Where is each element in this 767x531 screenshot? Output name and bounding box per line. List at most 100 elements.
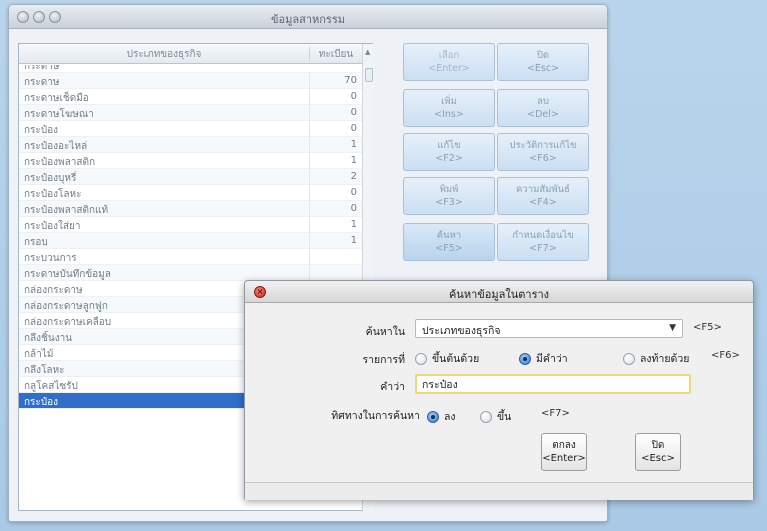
table-row[interactable]: กระดาษ <box>19 65 362 73</box>
row-type-cell: กระป๋องอะไหล่ <box>24 141 88 152</box>
row-count-cell: 1 <box>350 139 357 150</box>
direction-label: ทิศทางในการค้นหา <box>331 410 420 422</box>
column-divider <box>309 153 310 169</box>
column-divider <box>309 217 310 233</box>
row-type-cell: กระดาษ <box>24 65 60 72</box>
edit-button-hotkey: <F2> <box>435 153 463 164</box>
column-divider <box>309 201 310 217</box>
close-button-label: ปิด <box>536 50 550 61</box>
search-column-select[interactable]: ประเภทของธุรกิจ ▼ <box>415 319 683 338</box>
row-count-cell: 1 <box>350 235 357 246</box>
search-word-input[interactable] <box>415 374 691 394</box>
radio-starts-with-dot[interactable] <box>415 352 427 365</box>
row-type-cell: กระป๋องใส่ยา <box>24 221 81 232</box>
print-button-hotkey: <F3> <box>435 197 463 208</box>
radio-direction-up-dot[interactable] <box>480 410 492 423</box>
relation-button-label: ความสัมพันธ์ <box>516 184 570 195</box>
condition-button-hotkey: <F7> <box>529 243 557 254</box>
column-divider <box>309 233 310 249</box>
radio-direction-up-label: ขึ้น <box>497 411 512 423</box>
row-count-cell: 0 <box>350 203 357 214</box>
column-divider <box>309 105 310 121</box>
search-word-label: คำว่า <box>380 381 405 393</box>
choose-button[interactable]: เลือก <Enter> <box>403 43 495 81</box>
row-type-cell: กระป๋องบุหรี่ <box>24 173 77 184</box>
search-dialog: × ค้นหาข้อมูลในตาราง ค้นหาใน ประเภทของธุ… <box>244 280 754 500</box>
table-row[interactable]: กระดาษโฆษณา 0 <box>19 105 362 121</box>
relation-button-hotkey: <F4> <box>529 197 557 208</box>
row-type-cell: กระป๋อง <box>24 125 59 136</box>
row-type-cell: กระดาษเช็ดมือ <box>24 93 89 104</box>
ok-button-label: ตกลง <box>552 440 576 451</box>
table-row[interactable]: กระป๋องใส่ยา 1 <box>19 217 362 233</box>
scrollbar-thumb[interactable] <box>365 68 373 82</box>
search-button[interactable]: ค้นหา <F5> <box>403 223 495 261</box>
dialog-titlebar: × ค้นหาข้อมูลในตาราง <box>245 281 753 303</box>
close-button[interactable]: ปิด <Esc> <box>497 43 589 81</box>
row-type-cell: กระบวนการ <box>24 253 77 264</box>
table-row[interactable]: กระป๋องพลาสติกแท้ 0 <box>19 201 362 217</box>
add-button[interactable]: เพิ่ม <Ins> <box>403 89 495 127</box>
condition-button[interactable]: กำหนดเงื่อนไข <F7> <box>497 223 589 261</box>
radio-ends-with-label: ลงท้ายด้วย <box>640 353 690 365</box>
cancel-button[interactable]: ปิด <Esc> <box>635 433 681 471</box>
table-row[interactable]: กระป๋องพลาสติก 1 <box>19 153 362 169</box>
add-button-hotkey: <Ins> <box>434 109 464 120</box>
column-divider <box>309 169 310 185</box>
table-row[interactable]: กระป๋อง 0 <box>19 121 362 137</box>
delete-button[interactable]: ลบ <Del> <box>497 89 589 127</box>
table-row[interactable]: กระดาษเช็ดมือ 0 <box>19 89 362 105</box>
scroll-up-arrow-icon[interactable]: ▲ <box>365 48 370 56</box>
row-type-cell: กระป๋องพลาสติก <box>24 157 96 168</box>
radio-contains-dot[interactable] <box>519 352 531 365</box>
relation-button[interactable]: ความสัมพันธ์ <F4> <box>497 177 589 215</box>
column-divider <box>309 137 310 153</box>
table-row[interactable]: กระบวนการ <box>19 249 362 265</box>
search-in-label: ค้นหาใน <box>365 326 405 338</box>
table-row[interactable]: กระดาษ 70 <box>19 73 362 89</box>
edit-button[interactable]: แก้ไข <F2> <box>403 133 495 171</box>
ok-button[interactable]: ตกลง <Enter> <box>541 433 587 471</box>
radio-ends-with-dot[interactable] <box>623 352 635 365</box>
table-row[interactable]: กระป๋องโลหะ 0 <box>19 185 362 201</box>
edit-history-button[interactable]: ประวัติการแก้ไข <F6> <box>497 133 589 171</box>
row-count-cell: 0 <box>350 107 357 118</box>
window-titlebar: ข้อมูลสาหกรรม <box>9 5 607 29</box>
row-count-cell: 0 <box>350 91 357 102</box>
search-in-hotkey: <F5> <box>693 322 722 333</box>
row-count-cell: 1 <box>350 219 357 230</box>
radio-contains[interactable]: มีคำว่า <box>519 350 568 367</box>
dialog-title: ค้นหาข้อมูลในตาราง <box>448 288 550 301</box>
radio-contains-label: มีคำว่า <box>536 353 568 365</box>
column-header-type[interactable]: ประเภทของธุรกิจ <box>19 47 309 62</box>
radio-direction-up[interactable]: ขึ้น <box>480 408 511 425</box>
row-type-cell: กระป๋องพลาสติกแท้ <box>24 205 109 216</box>
column-divider <box>309 121 310 137</box>
table-row[interactable]: กระป๋องอะไหล่ 1 <box>19 137 362 153</box>
choose-button-hotkey: <Enter> <box>428 63 470 74</box>
column-divider <box>309 89 310 105</box>
table-row[interactable]: กระดาษบันทึกข้อมูล <box>19 265 362 281</box>
window-title: ข้อมูลสาหกรรม <box>271 13 345 26</box>
dialog-status-bar <box>245 482 753 500</box>
radio-direction-down[interactable]: ลง <box>427 408 456 425</box>
search-column-value: ประเภทของธุรกิจ <box>422 325 501 337</box>
search-button-hotkey: <F5> <box>435 243 463 254</box>
table-row[interactable]: กระป๋องบุหรี่ 2 <box>19 169 362 185</box>
print-button[interactable]: พิมพ์ <F3> <box>403 177 495 215</box>
radio-ends-with[interactable]: ลงท้ายด้วย <box>623 350 689 367</box>
row-type-cell: กระดาษ <box>24 77 60 88</box>
column-divider <box>309 185 310 201</box>
radio-starts-with-label: ขึ้นต้นด้วย <box>432 353 480 365</box>
edit-button-label: แก้ไข <box>437 140 461 151</box>
row-type-cell: กระป๋องโลหะ <box>24 189 82 200</box>
cancel-button-hotkey: <Esc> <box>641 453 675 464</box>
row-type-cell: กรอบ <box>24 237 48 248</box>
column-divider <box>309 265 310 281</box>
delete-button-label: ลบ <box>537 96 549 107</box>
column-header-count[interactable]: ทะเบียน <box>309 47 362 61</box>
direction-hotkey: <F7> <box>541 408 570 419</box>
radio-starts-with[interactable]: ขึ้นต้นด้วย <box>415 350 479 367</box>
radio-direction-down-dot[interactable] <box>427 410 439 423</box>
table-row[interactable]: กรอบ 1 <box>19 233 362 249</box>
